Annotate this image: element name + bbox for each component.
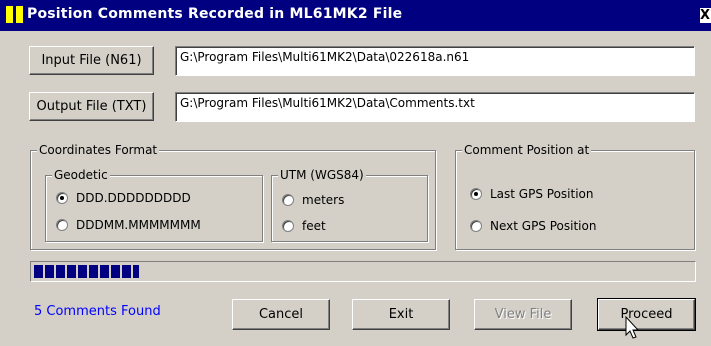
progress-bar-fill [34, 265, 139, 278]
utm-group: UTM (WGS84) meters feet [271, 168, 428, 242]
exit-button-label: Exit [388, 307, 414, 322]
radio-dddmm[interactable]: DDDMM.MMMMMMM [56, 218, 201, 232]
radio-label: DDDMM.MMMMMMM [76, 218, 201, 232]
view-file-button-label: View File [494, 307, 552, 322]
radio-label: DDD.DDDDDDDDD [76, 191, 191, 205]
output-file-button[interactable]: Output File (TXT) [29, 92, 154, 121]
app-icon [6, 6, 23, 23]
radio-last-gps-position[interactable]: Last GPS Position [470, 187, 594, 201]
radio-selected-icon [470, 188, 482, 200]
output-file-path-field[interactable]: G:\Program Files\Multi61MK2\Data\Comment… [175, 92, 695, 122]
geodetic-label: Geodetic [52, 168, 110, 182]
utm-label: UTM (WGS84) [278, 168, 366, 182]
input-file-path-field[interactable]: G:\Program Files\Multi61MK2\Data\022618a… [175, 46, 695, 76]
view-file-button[interactable]: View File [474, 299, 572, 330]
coordinates-format-label: Coordinates Format [37, 143, 160, 157]
radio-selected-icon [56, 192, 68, 204]
cancel-button-label: Cancel [258, 307, 304, 322]
comment-position-group: Comment Position at Last GPS Position Ne… [455, 143, 695, 250]
comment-position-label: Comment Position at [462, 143, 592, 157]
geodetic-group: Geodetic DDD.DDDDDDDDD DDDMM.MMMMMMM [45, 168, 263, 242]
exit-button[interactable]: Exit [352, 299, 450, 330]
cancel-button[interactable]: Cancel [232, 299, 330, 330]
radio-unselected-icon [470, 220, 482, 232]
input-file-button-label: Input File (N61) [41, 53, 142, 68]
coordinates-format-group: Coordinates Format Geodetic DDD.DDDDDDDD… [30, 143, 436, 250]
radio-unselected-icon [282, 194, 294, 206]
radio-label: Next GPS Position [490, 219, 597, 233]
radio-label: feet [302, 219, 326, 233]
close-button[interactable]: X [700, 8, 711, 23]
mouse-cursor-icon [625, 316, 640, 339]
window-title: Position Comments Recorded in ML61MK2 Fi… [27, 6, 403, 22]
radio-label: Last GPS Position [490, 187, 594, 201]
radio-meters[interactable]: meters [282, 193, 344, 207]
input-file-button[interactable]: Input File (N61) [29, 46, 154, 75]
radio-feet[interactable]: feet [282, 219, 326, 233]
status-text: 5 Comments Found [34, 304, 161, 319]
radio-ddd-decimal[interactable]: DDD.DDDDDDDDD [56, 191, 191, 205]
title-bar[interactable]: Position Comments Recorded in ML61MK2 Fi… [0, 0, 711, 31]
proceed-button[interactable]: Proceed [597, 298, 696, 331]
progress-bar [30, 261, 696, 282]
radio-next-gps-position[interactable]: Next GPS Position [470, 219, 596, 233]
output-file-button-label: Output File (TXT) [36, 99, 147, 114]
radio-unselected-icon [56, 219, 68, 231]
radio-unselected-icon [282, 220, 294, 232]
radio-label: meters [302, 193, 345, 207]
